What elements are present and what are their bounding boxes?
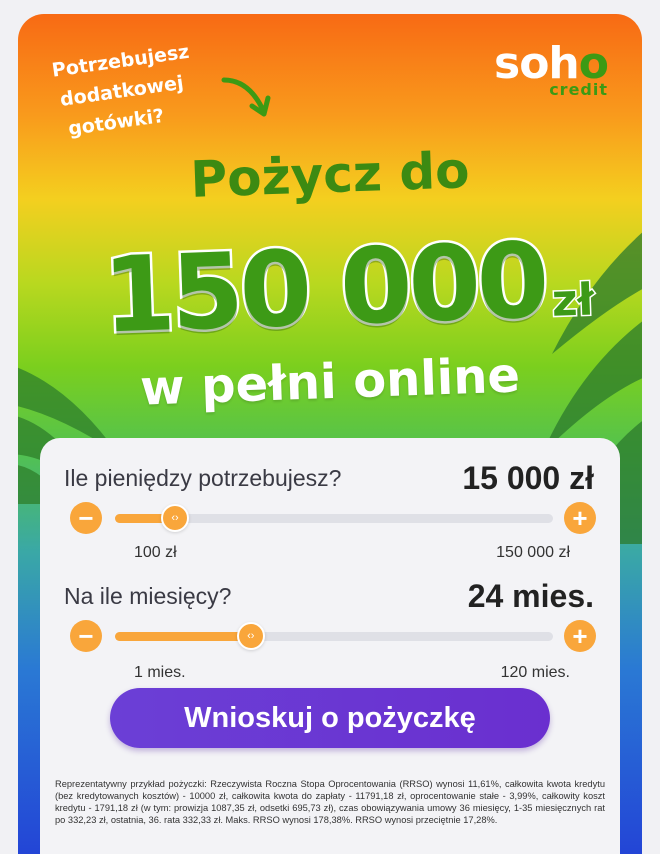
amount-range-labels: 100 zł 150 000 zł [134, 544, 570, 562]
months-value: 24 mies. [467, 578, 594, 614]
months-range-labels: 1 mies. 120 mies. [134, 664, 570, 682]
loan-calculator: Ile pieniędzy potrzebujesz? 15 000 zł − … [40, 438, 620, 854]
months-slider-row: − ‹› + [70, 620, 596, 654]
promo-banner: Potrzebujesz dodatkowej gotówki? soho cr… [18, 14, 642, 854]
soho-credit-logo: soho credit [494, 42, 609, 100]
amount-increase-button[interactable]: + [564, 502, 596, 534]
amount-slider-track[interactable]: ‹› [115, 504, 553, 532]
currency-label: zł [549, 273, 596, 328]
months-question-label: Na ile miesięcy? [64, 583, 232, 609]
max-amount: 150 000 [98, 217, 549, 359]
months-min-label: 1 mies. [134, 664, 186, 681]
months-decrease-button[interactable]: − [70, 620, 102, 652]
amount-slider-row: − ‹› + [70, 502, 596, 536]
amount-min-label: 100 zł [134, 544, 177, 561]
months-slider-handle[interactable]: ‹› [236, 622, 265, 650]
amount-question-row: Ile pieniędzy potrzebujesz? 15 000 zł [64, 460, 594, 497]
representative-example-disclaimer: Reprezentatywny przykład pożyczki: Rzecz… [55, 779, 605, 825]
months-max-label: 120 mies. [500, 664, 570, 681]
amount-slider-handle[interactable]: ‹› [161, 504, 189, 532]
headline-borrow-up-to: Pożycz do [189, 141, 471, 209]
months-slider-fill [115, 632, 251, 641]
apply-for-loan-button[interactable]: Wnioskuj o pożyczkę [110, 688, 550, 748]
amount-decrease-button[interactable]: − [70, 502, 102, 534]
amount-max-label: 150 000 zł [496, 544, 570, 561]
tagline: Potrzebujesz dodatkowej gotówki? [50, 32, 231, 145]
headline-amount: 150 000zł [46, 216, 642, 359]
amount-value: 15 000 zł [462, 460, 594, 496]
months-increase-button[interactable]: + [564, 620, 596, 652]
months-question-row: Na ile miesięcy? 24 mies. [64, 578, 594, 615]
curved-arrow-icon [221, 77, 271, 117]
months-slider-track[interactable]: ‹› [115, 622, 553, 650]
amount-question-label: Ile pieniędzy potrzebujesz? [64, 465, 342, 491]
